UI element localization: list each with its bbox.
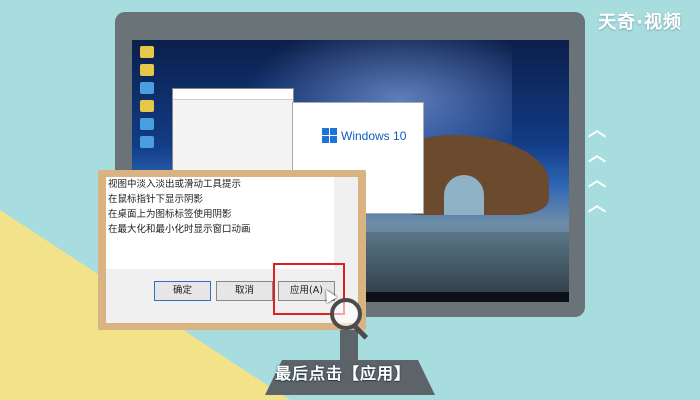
option-item[interactable]: 在桌面上为图标标签使用阴影 — [106, 207, 334, 222]
chevron-up-icon: ︿ — [588, 145, 606, 166]
ok-button[interactable]: 确定 — [154, 281, 211, 301]
chevron-up-icon-stack: ︿ ︿ ︿ ︿ — [588, 118, 606, 218]
windows-logo-icon — [322, 128, 337, 143]
zoomed-dialog: 视图中淡入淡出或滑动工具提示 在鼠标指针下显示阴影 在桌面上为图标标签使用阴影 … — [106, 177, 358, 323]
folder-icon[interactable] — [140, 100, 154, 112]
folder-icon[interactable] — [140, 46, 154, 58]
chevron-up-icon: ︿ — [588, 195, 606, 216]
windows10-badge: Windows 10 — [322, 128, 406, 143]
scrollbar[interactable] — [334, 177, 358, 269]
instruction-caption: 最后点击【应用】 — [274, 364, 411, 383]
option-item[interactable]: 在鼠标指针下显示阴影 — [106, 192, 334, 207]
chevron-up-icon: ︿ — [588, 170, 606, 191]
chevron-up-icon: ︿ — [588, 120, 606, 141]
option-item[interactable]: 在最大化和最小化时显示窗口动画 — [106, 222, 334, 237]
desktop-icons — [134, 40, 162, 154]
option-item[interactable]: 视图中淡入淡出或滑动工具提示 — [106, 177, 334, 192]
zoom-board: 视图中淡入淡出或滑动工具提示 在鼠标指针下显示阴影 在桌面上为图标标签使用阴影 … — [98, 170, 366, 330]
app-icon[interactable] — [140, 118, 154, 130]
cancel-button[interactable]: 取消 — [216, 281, 273, 301]
app-icon[interactable] — [140, 136, 154, 148]
folder-icon[interactable] — [140, 64, 154, 76]
watermark-logo: 天奇·视频 — [598, 12, 682, 33]
computer-icon[interactable] — [140, 82, 154, 94]
visual-effects-options: 视图中淡入淡出或滑动工具提示 在鼠标指针下显示阴影 在桌面上为图标标签使用阴影 … — [106, 177, 335, 269]
